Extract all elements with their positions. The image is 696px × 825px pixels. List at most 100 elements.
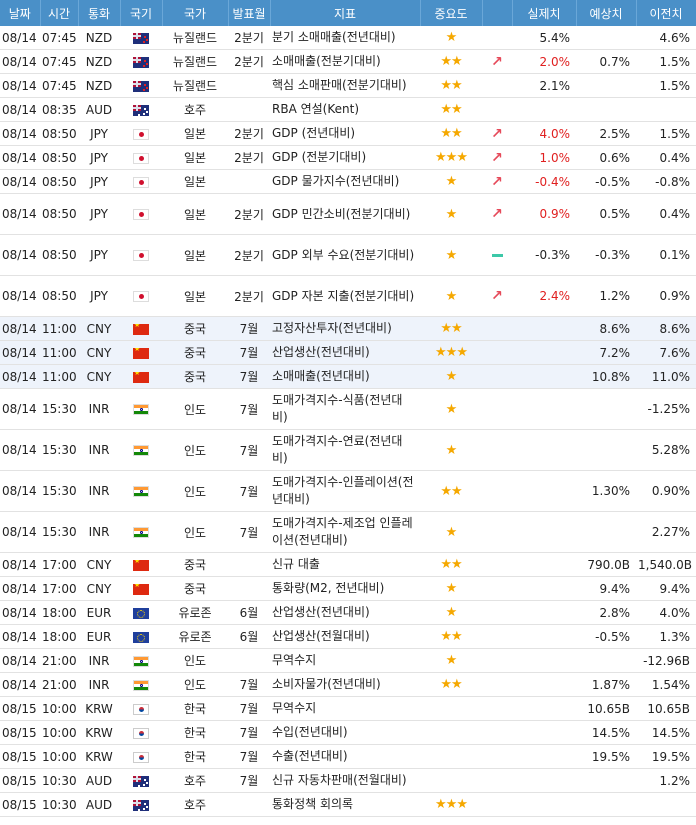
table-row[interactable]: 08/14 07:45 NZD 뉴질랜드 2분기 분기 소매매출(전년대비) ★ 5.4% 4.… xyxy=(0,26,696,50)
row-importance: ★★ xyxy=(420,552,482,577)
row-direction: ↗ xyxy=(482,275,512,317)
table-row[interactable]: 08/15 10:30 AUD 호주 통화정책 회의록 ★★★ xyxy=(0,792,696,817)
row-period: 7월 xyxy=(228,511,270,553)
table-row[interactable]: 08/1411:00CNY 중국7월산업생산(전년대비) ★★★ 7.2%7.6% xyxy=(0,340,696,365)
row-importance: ★★ xyxy=(420,624,482,649)
row-flag xyxy=(120,388,162,430)
table-row[interactable]: 08/15 10:00 KRW 한국 7월 무역수지 10.65B 10.65B xyxy=(0,696,696,721)
table-row[interactable]: 08/14 08:50 JPY 일본 2분기 GDP 민간소비(전분기대비) ★ ↗ 0.9% 0… xyxy=(0,193,696,235)
row-time: 15:30 xyxy=(40,429,78,471)
row-importance: ★ xyxy=(420,234,482,276)
row-direction: ↗ xyxy=(482,49,512,74)
row-time: 08:50 xyxy=(40,275,78,317)
row-flag xyxy=(120,576,162,601)
row-direction xyxy=(482,792,512,817)
row-indicator: 핵심 소매판매(전분기대비) xyxy=(270,73,420,98)
table-row[interactable]: 08/1417:00CNY 중국 통화량(M2, 전년대비) ★ 9.4%9.4% xyxy=(0,576,696,601)
table-row[interactable]: 08/14 08:50 JPY 일본 2분기 GDP (전분기대비) ★★★ ↗ 1.0% 0.6… xyxy=(0,145,696,170)
row-indicator: GDP (전분기대비) xyxy=(270,145,420,170)
row-forecast: 2.5% xyxy=(576,121,636,146)
row-direction xyxy=(482,552,512,577)
jp-flag-icon xyxy=(133,209,149,220)
row-time: 10:30 xyxy=(40,792,78,817)
economic-calendar-table: 날짜 시간 통화 국기 국가 발표월 지표 중요도 실제치 예상치 이전치 08… xyxy=(0,0,696,817)
row-flag xyxy=(120,145,162,170)
row-direction xyxy=(482,234,512,276)
header-forecast[interactable]: 예상치 xyxy=(576,0,637,26)
table-row[interactable]: 08/14 07:45 NZD 뉴질랜드 2분기 소매매출(전분기대비) ★★ ↗ 2.0% 0.… xyxy=(0,49,696,74)
header-actual[interactable]: 실제치 xyxy=(512,0,577,26)
row-previous: 1.54% xyxy=(636,672,696,697)
row-country: 유로존 xyxy=(162,600,228,625)
row-actual xyxy=(512,470,576,512)
row-currency: INR xyxy=(78,511,120,553)
table-row[interactable]: 08/14 15:30 INR 인도 7월 도매가격지수-식품(전년대비) ★ -1.25% xyxy=(0,388,696,430)
row-direction: ↗ xyxy=(482,169,512,194)
row-actual xyxy=(512,768,576,793)
table-row[interactable]: 08/14 08:50 JPY 일본 2분기 GDP 자본 지출(전분기대비) ★ ↗ 2.4%… xyxy=(0,275,696,317)
table-row[interactable]: 08/14 15:30 INR 인도 7월 도매가격지수-인플레이션(전년대비) ★★ 1.3… xyxy=(0,470,696,512)
row-currency: KRW xyxy=(78,720,120,745)
row-direction xyxy=(482,429,512,471)
row-period: 2분기 xyxy=(228,49,270,74)
header-country[interactable]: 국가 xyxy=(162,0,229,26)
header-currency[interactable]: 통화 xyxy=(78,0,121,26)
row-currency: INR xyxy=(78,429,120,471)
row-actual xyxy=(512,624,576,649)
row-country: 인도 xyxy=(162,511,228,553)
table-row[interactable]: 08/14 08:35 AUD 호주 RBA 연설(Kent) ★★ xyxy=(0,97,696,122)
table-row[interactable]: 08/14 08:50 JPY 일본 2분기 GDP 외부 수요(전분기대비) ★ -0.3%… xyxy=(0,234,696,276)
row-flag xyxy=(120,316,162,341)
table-row[interactable]: 08/1411:00CNY 중국7월소매매출(전년대비) ★ 10.8%11.0% xyxy=(0,364,696,389)
row-direction xyxy=(482,744,512,769)
row-country: 중국 xyxy=(162,576,228,601)
row-date: 08/14 xyxy=(0,169,40,194)
table-row[interactable]: 08/1417:00CNY 중국 신규 대출 ★★ 790.0B1,540.0B xyxy=(0,552,696,577)
nz-flag-icon xyxy=(133,80,149,92)
row-indicator: 소매매출(전분기대비) xyxy=(270,49,420,74)
table-row[interactable]: 08/14 21:00 INR 인도 7월 소비자물가(전년대비) ★★ 1.87% 1.54% xyxy=(0,672,696,697)
row-actual xyxy=(512,792,576,817)
table-row[interactable]: 08/15 10:00 KRW 한국 7월 수출(전년대비) 19.5% 19.5% xyxy=(0,744,696,769)
row-country: 인도 xyxy=(162,429,228,471)
row-period: 7월 xyxy=(228,429,270,471)
row-actual xyxy=(512,576,576,601)
table-row[interactable]: 08/14 08:50 JPY 일본 2분기 GDP (전년대비) ★★ ↗ 4.0% 2.5% 1… xyxy=(0,121,696,146)
row-actual: 2.1% xyxy=(512,73,576,98)
row-importance xyxy=(420,696,482,721)
row-date: 08/14 xyxy=(0,388,40,430)
header-date[interactable]: 날짜 xyxy=(0,0,41,26)
table-row[interactable]: 08/14 15:30 INR 인도 7월 도매가격지수-제조업 인플레이션(전년대비) ★… xyxy=(0,511,696,553)
row-indicator: 소비자물가(전년대비) xyxy=(270,672,420,697)
table-row[interactable]: 08/14 07:45 NZD 뉴질랜드 핵심 소매판매(전분기대비) ★★ 2.1% 1.5… xyxy=(0,73,696,98)
header-previous[interactable]: 이전치 xyxy=(636,0,696,26)
row-period xyxy=(228,648,270,673)
row-direction xyxy=(482,720,512,745)
table-row[interactable]: 08/1411:00CNY 중국7월고정자산투자(전년대비) ★★ 8.6%8.6% xyxy=(0,316,696,341)
row-indicator: 신규 자동차판매(전월대비) xyxy=(270,768,420,793)
row-time: 17:00 xyxy=(40,576,78,601)
header-time[interactable]: 시간 xyxy=(40,0,79,26)
table-row[interactable]: 08/14 15:30 INR 인도 7월 도매가격지수-연료(전년대비) ★ 5.28% xyxy=(0,429,696,471)
importance-stars-icon: ★★ xyxy=(440,102,462,117)
table-row[interactable]: 08/14 18:00 EUR 유로존 6월 산업생산(전년대비) ★ 2.8% 4.0% xyxy=(0,600,696,625)
row-previous: 1.5% xyxy=(636,73,696,98)
table-row[interactable]: 08/14 08:50 JPY 일본 GDP 물가지수(전년대비) ★ ↗ -0.4% -0.5… xyxy=(0,169,696,194)
row-importance: ★★★ xyxy=(420,792,482,817)
row-previous: 14.5% xyxy=(636,720,696,745)
row-currency: AUD xyxy=(78,768,120,793)
row-time: 15:30 xyxy=(40,511,78,553)
row-date: 08/14 xyxy=(0,429,40,471)
header-indicator[interactable]: 지표 xyxy=(270,0,421,26)
table-row[interactable]: 08/15 10:30 AUD 호주 7월 신규 자동차판매(전월대비) 1.2% xyxy=(0,768,696,793)
table-row[interactable]: 08/14 21:00 INR 인도 무역수지 ★ -12.96B xyxy=(0,648,696,673)
header-flag[interactable]: 국기 xyxy=(120,0,163,26)
row-currency: NZD xyxy=(78,49,120,74)
header-importance[interactable]: 중요도 xyxy=(420,0,483,26)
importance-stars-icon: ★ xyxy=(445,401,458,417)
jp-flag-icon xyxy=(133,176,149,188)
table-row[interactable]: 08/14 18:00 EUR 유로존 6월 산업생산(전월대비) ★★ -0.5% 1.3% xyxy=(0,624,696,649)
header-period[interactable]: 발표월 xyxy=(228,0,271,26)
row-country: 인도 xyxy=(162,470,228,512)
table-row[interactable]: 08/15 10:00 KRW 한국 7월 수입(전년대비) 14.5% 14.5% xyxy=(0,720,696,745)
